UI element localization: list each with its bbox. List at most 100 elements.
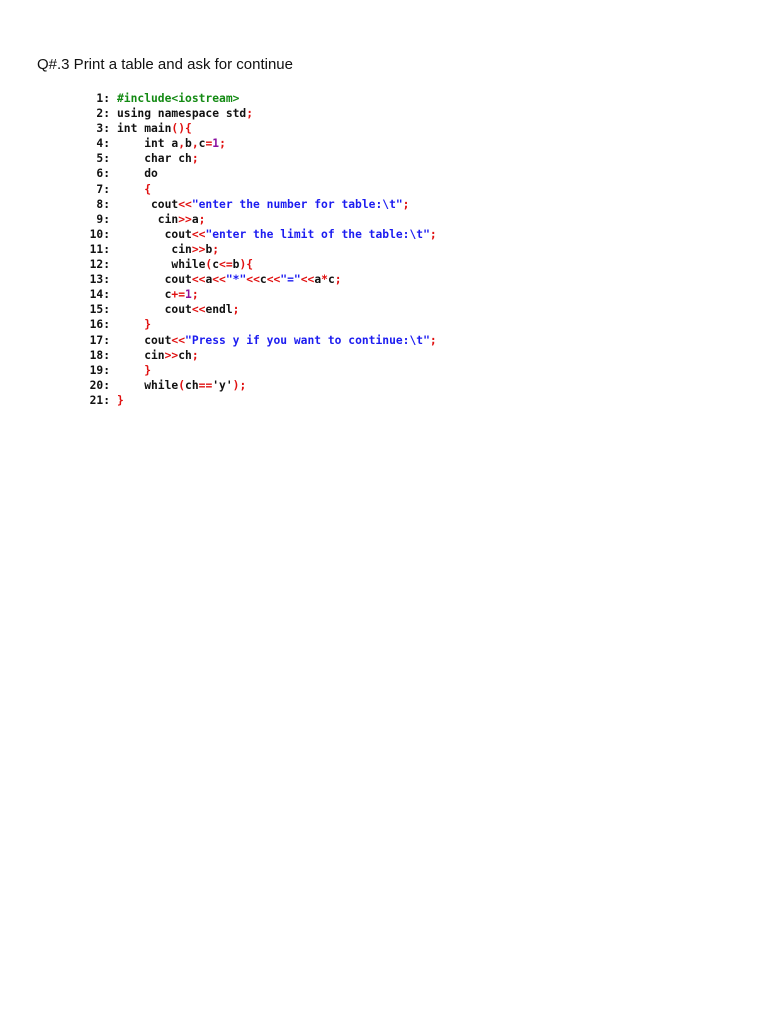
code-token: cin [117, 212, 179, 226]
code-token: cout [117, 333, 172, 347]
code-text: } [110, 363, 151, 378]
code-token: ; [198, 212, 206, 226]
code-line: 13: cout<<a<<"*"<<c<<"="<<a*c; [80, 272, 437, 287]
code-line: 15: cout<<endl; [80, 302, 437, 317]
code-token: int main [117, 122, 172, 136]
code-token: "*" [225, 273, 247, 287]
line-number: 5: [96, 152, 110, 166]
code-line: 14: c+=1; [80, 287, 437, 302]
code-token: ; [191, 288, 199, 302]
code-token: ; [232, 303, 240, 317]
code-token: 'y' [212, 378, 233, 392]
code-token: endl [205, 303, 233, 317]
code-line: 16: } [80, 317, 437, 332]
code-token: ; [246, 107, 254, 121]
code-token: char ch [117, 152, 192, 166]
code-token: ); [232, 378, 247, 392]
code-line: 9: cin>>a; [80, 212, 437, 227]
code-token: } [144, 363, 152, 377]
line-number: 11: [89, 242, 110, 256]
code-token: cout [117, 227, 192, 241]
code-text: do [110, 166, 158, 181]
code-token: ){ [239, 258, 254, 272]
question-heading: Q#.3 Print a table and ask for continue [37, 56, 293, 73]
code-token: , [178, 137, 186, 151]
code-line: 7: { [80, 182, 437, 197]
code-token: << [191, 227, 206, 241]
code-token: cin [117, 348, 165, 362]
code-token: c [259, 273, 267, 287]
code-text: #include<iostream> [110, 91, 239, 106]
line-number: 2: [96, 107, 110, 121]
code-token: "Press y if you want to continue:\t" [185, 333, 430, 347]
code-token: >> [164, 348, 179, 362]
code-text: cout<<endl; [110, 302, 240, 317]
code-token: ; [429, 333, 437, 347]
code-token: ; [219, 137, 226, 151]
code-token: "=" [280, 273, 301, 287]
code-line: 5: char ch; [80, 151, 437, 166]
code-token: ; [334, 273, 342, 287]
code-text: while(ch=='y'); [110, 378, 246, 393]
code-text: cin>>ch; [110, 348, 198, 363]
code-token: << [171, 333, 186, 347]
code-token: += [171, 288, 186, 302]
line-number: 18: [89, 348, 110, 362]
code-token: ch [178, 348, 192, 362]
code-token: 1 [185, 288, 192, 302]
code-token: == [198, 378, 213, 392]
code-token: { [144, 182, 152, 196]
code-line: 11: cin>>b; [80, 242, 437, 257]
line-number: 12: [89, 258, 110, 272]
code-token: << [191, 303, 206, 317]
line-number: 13: [89, 273, 110, 287]
code-token: (){ [171, 122, 192, 136]
code-line: 18: cin>>ch; [80, 348, 437, 363]
code-token: << [178, 197, 192, 211]
code-token: cin [117, 242, 192, 256]
line-number: 17: [89, 333, 110, 347]
code-text: char ch; [110, 151, 199, 166]
code-text: while(c<=b){ [110, 257, 253, 272]
code-token: "enter the number for table:\t" [191, 197, 403, 211]
code-line: 10: cout<<"enter the limit of the table:… [80, 227, 437, 242]
line-number: 21: [89, 393, 110, 407]
code-token: ; [212, 242, 220, 256]
code-line: 17: cout<<"Press y if you want to contin… [80, 333, 437, 348]
code-token: ( [178, 378, 186, 392]
code-text: cout<<"Press y if you want to continue:\… [110, 333, 437, 348]
code-token: cout [117, 303, 192, 317]
line-number: 9: [96, 212, 110, 226]
code-token: a [191, 212, 199, 226]
code-line: 12: while(c<=b){ [80, 257, 437, 272]
code-token: c [327, 273, 335, 287]
code-text: int main(){ [110, 121, 192, 136]
code-token: c [117, 288, 172, 302]
code-line: 21:} [80, 393, 437, 408]
code-token: << [212, 273, 226, 287]
code-line: 2: using namespace std; [80, 106, 437, 121]
line-number: 8: [96, 197, 110, 211]
code-line: 6: do [80, 166, 437, 181]
code-token: <= [219, 258, 233, 272]
code-token: do [117, 167, 158, 181]
code-token: >> [191, 242, 206, 256]
code-text: { [110, 182, 151, 197]
code-token: ; [191, 152, 199, 166]
code-text: cout<<"enter the number for table:\t"; [110, 197, 409, 212]
code-text: int a,b,c=1; [110, 136, 226, 151]
code-listing: 1: #include<iostream> 2: using namespace st… [80, 91, 437, 408]
line-number: 3: [96, 122, 110, 136]
code-line: 3: int main(){ [80, 121, 437, 136]
code-token: while [117, 378, 179, 392]
code-token: cout [117, 273, 192, 287]
code-line: 20: while(ch=='y'); [80, 378, 437, 393]
code-token: using namespace std [117, 107, 247, 121]
code-token: cout [117, 197, 179, 211]
code-token: << [191, 273, 206, 287]
code-line: 1: #include<iostream> [80, 91, 437, 106]
code-line: 19: } [80, 363, 437, 378]
